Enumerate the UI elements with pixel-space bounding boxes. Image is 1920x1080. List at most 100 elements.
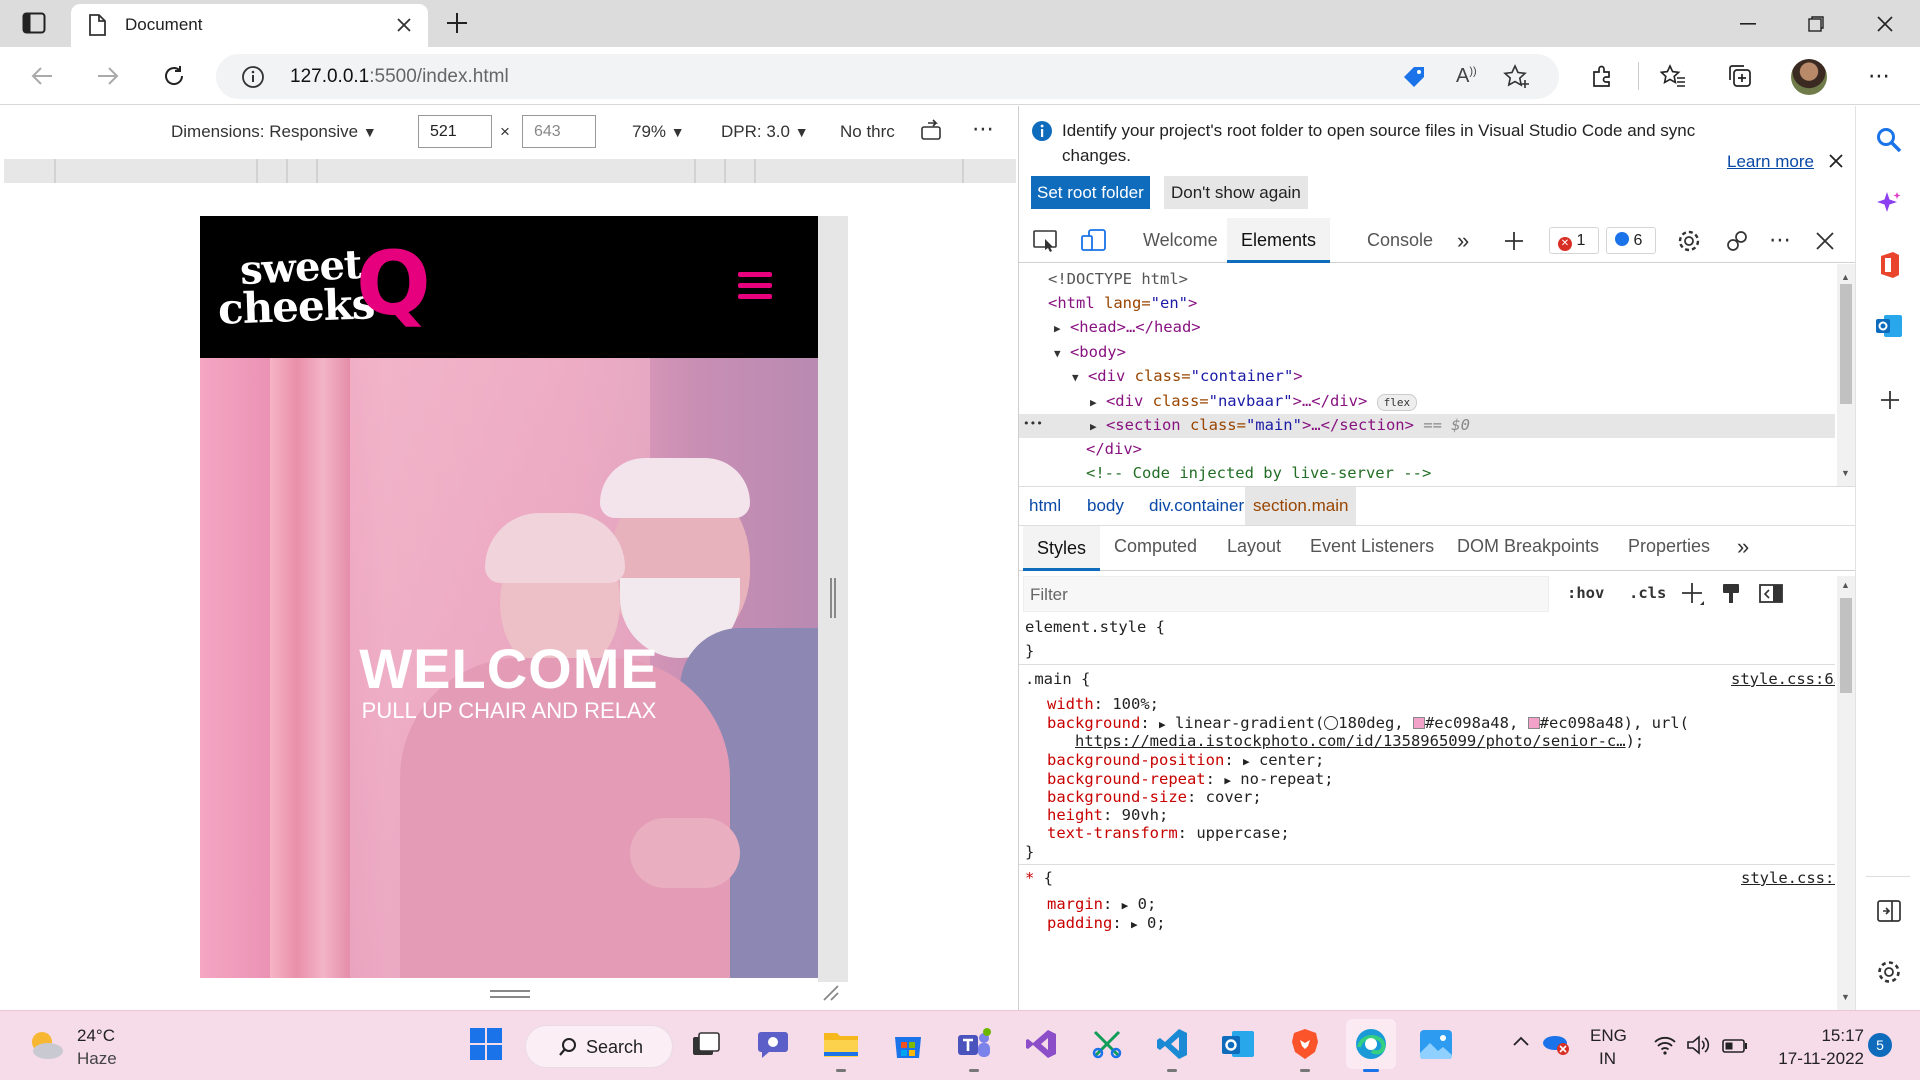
forward-icon[interactable] (88, 56, 128, 96)
corner-resize-icon[interactable] (822, 984, 840, 1002)
crumb-section[interactable]: section.main (1245, 487, 1357, 525)
devtools-settings-icon[interactable] (1677, 229, 1701, 253)
dom-line-html[interactable]: <html lang="en"> (1048, 294, 1197, 312)
filter-input[interactable]: Filter (1023, 576, 1549, 612)
address-bar[interactable]: 127.0.0.1:5500/index.html A)) (216, 54, 1559, 99)
tab-dom-breakpoints[interactable]: DOM Breakpoints (1457, 536, 1599, 557)
visual-studio-icon[interactable] (1019, 1022, 1063, 1066)
snipping-tool-icon[interactable] (1085, 1022, 1129, 1066)
styles-scrollbar[interactable]: ▲ ▼ (1837, 576, 1855, 1010)
favorites-icon[interactable] (1653, 56, 1693, 96)
task-view-icon[interactable] (684, 1022, 728, 1066)
decl-padding[interactable]: padding: ▶ 0; (1047, 914, 1166, 932)
restore-icon[interactable] (1783, 0, 1849, 47)
more-tabs-icon[interactable]: » (1457, 228, 1469, 254)
rule-main-selector[interactable]: .main { (1025, 670, 1090, 688)
site-logo[interactable]: sweet cheeks Q (217, 232, 458, 339)
url-text[interactable]: 127.0.0.1:5500/index.html (290, 66, 509, 88)
volume-icon[interactable] (1686, 1035, 1710, 1055)
microsoft-store-icon[interactable] (886, 1022, 930, 1066)
emulated-page[interactable]: sweet cheeks Q WELCOME PULL UP CHAIR AND… (200, 216, 818, 978)
weather-icon[interactable] (28, 1029, 64, 1061)
clock-time[interactable]: 15:17 (1782, 1026, 1864, 1046)
new-tab-plus-icon[interactable] (1504, 231, 1524, 251)
read-aloud-icon[interactable]: A)) (1456, 65, 1477, 88)
tab-computed[interactable]: Computed (1114, 536, 1197, 557)
color-swatch[interactable] (1412, 717, 1425, 729)
learn-more-link[interactable]: Learn more (1727, 152, 1814, 172)
paint-format-icon[interactable] (1721, 582, 1741, 606)
toggle-sidebar-icon[interactable] (1759, 584, 1783, 604)
dom-scrollbar[interactable]: ▲ ▼ (1837, 264, 1855, 486)
decl-height[interactable]: height: 90vh; (1047, 806, 1168, 824)
edge-icon[interactable] (1346, 1019, 1396, 1072)
dom-line-section[interactable]: ▶ <section class="main">…</section> == $… (1090, 416, 1470, 434)
rotate-icon[interactable] (920, 119, 946, 143)
decl-background[interactable]: background: ▶ linear-gradient(180deg, #e… (1047, 714, 1689, 732)
device-more-icon[interactable]: ⋯ (972, 116, 994, 142)
crumb-html[interactable]: html (1029, 496, 1061, 516)
teams-chat-icon[interactable] (752, 1022, 796, 1066)
rule-element-style[interactable]: element.style { (1025, 618, 1165, 636)
dom-line-comment[interactable]: <!-- Code injected by live-server --> (1086, 464, 1431, 482)
universal-source-link[interactable]: style.css:1 (1741, 869, 1835, 887)
device-emulation-icon[interactable] (1081, 229, 1107, 253)
tab-layout[interactable]: Layout (1227, 536, 1281, 557)
onedrive-status-icon[interactable] (1541, 1031, 1571, 1057)
vscode-icon[interactable] (1150, 1022, 1194, 1072)
tab-actions-icon[interactable] (22, 12, 46, 34)
crumb-container[interactable]: div.container (1149, 496, 1244, 516)
coupon-icon[interactable] (1401, 64, 1427, 90)
tab-styles[interactable]: Styles (1023, 526, 1101, 571)
flex-badge[interactable]: flex (1376, 394, 1418, 411)
outlook-icon[interactable] (1216, 1022, 1260, 1066)
color-swatch[interactable] (1527, 717, 1540, 729)
site-info-icon[interactable] (241, 65, 265, 89)
minimize-icon[interactable] (1715, 0, 1781, 47)
row-more-dots[interactable]: ••• (1023, 417, 1043, 430)
settings-more-icon[interactable]: ⋯ (1859, 56, 1899, 96)
zoom-select[interactable]: 79% ▼ (632, 122, 685, 142)
decl-margin[interactable]: margin: ▶ 0; (1047, 895, 1156, 913)
new-tab-icon[interactable] (445, 11, 469, 35)
notification-badge[interactable]: 5 (1868, 1033, 1892, 1057)
hov-toggle[interactable]: :hov (1567, 584, 1604, 602)
new-style-rule-icon[interactable] (1681, 582, 1705, 606)
dont-show-again-button[interactable]: Don't show again (1164, 176, 1308, 209)
teams-icon[interactable] (952, 1022, 996, 1072)
message-counter[interactable]: 6 (1606, 227, 1656, 254)
browser-tab[interactable]: Document (71, 4, 428, 48)
tab-elements[interactable]: Elements (1227, 218, 1331, 263)
dom-line-container[interactable]: ▼ <div class="container"> (1072, 367, 1303, 385)
back-icon[interactable] (22, 56, 62, 96)
close-window-icon[interactable] (1852, 0, 1918, 47)
sidebar-search-icon[interactable] (1876, 127, 1902, 153)
weather-desc[interactable]: Haze (77, 1049, 117, 1069)
dom-line-navbaar[interactable]: ▶ <div class="navbaar">…</div> flex (1090, 392, 1418, 411)
extensions-icon[interactable] (1582, 56, 1622, 96)
throttle-select[interactable]: No thrc (840, 122, 895, 142)
wifi-icon[interactable] (1653, 1035, 1677, 1055)
styles-scroll-thumb[interactable] (1840, 598, 1852, 693)
tab-event-listeners[interactable]: Event Listeners (1310, 536, 1434, 557)
language-line1[interactable]: ENG (1590, 1026, 1627, 1046)
resize-handle-icon[interactable] (830, 578, 836, 618)
sidebar-office-icon[interactable] (1877, 251, 1901, 279)
sidebar-outlook-icon[interactable] (1875, 313, 1903, 339)
file-explorer-icon[interactable] (819, 1022, 863, 1072)
error-counter[interactable]: ✕ 1 (1549, 227, 1599, 254)
height-input[interactable]: 643 (522, 115, 596, 148)
feedback-icon[interactable] (1725, 229, 1749, 253)
cls-toggle[interactable]: .cls (1629, 584, 1666, 602)
close-tab-icon[interactable] (396, 17, 412, 33)
sidebar-settings-icon[interactable] (1876, 959, 1902, 985)
hamburger-menu-icon[interactable] (738, 272, 772, 300)
tab-welcome[interactable]: Welcome (1143, 218, 1218, 263)
dpr-select[interactable]: DPR: 3.0 ▼ (721, 122, 809, 142)
decl-background-url[interactable]: https://media.istockphoto.com/id/1358965… (1075, 732, 1644, 750)
dom-line-doctype[interactable]: <!DOCTYPE html> (1048, 270, 1188, 288)
battery-icon[interactable] (1722, 1038, 1748, 1054)
more-style-tabs-icon[interactable]: » (1737, 534, 1749, 560)
bottom-resize-handle-icon[interactable] (490, 990, 530, 998)
angle-icon[interactable] (1324, 716, 1339, 730)
